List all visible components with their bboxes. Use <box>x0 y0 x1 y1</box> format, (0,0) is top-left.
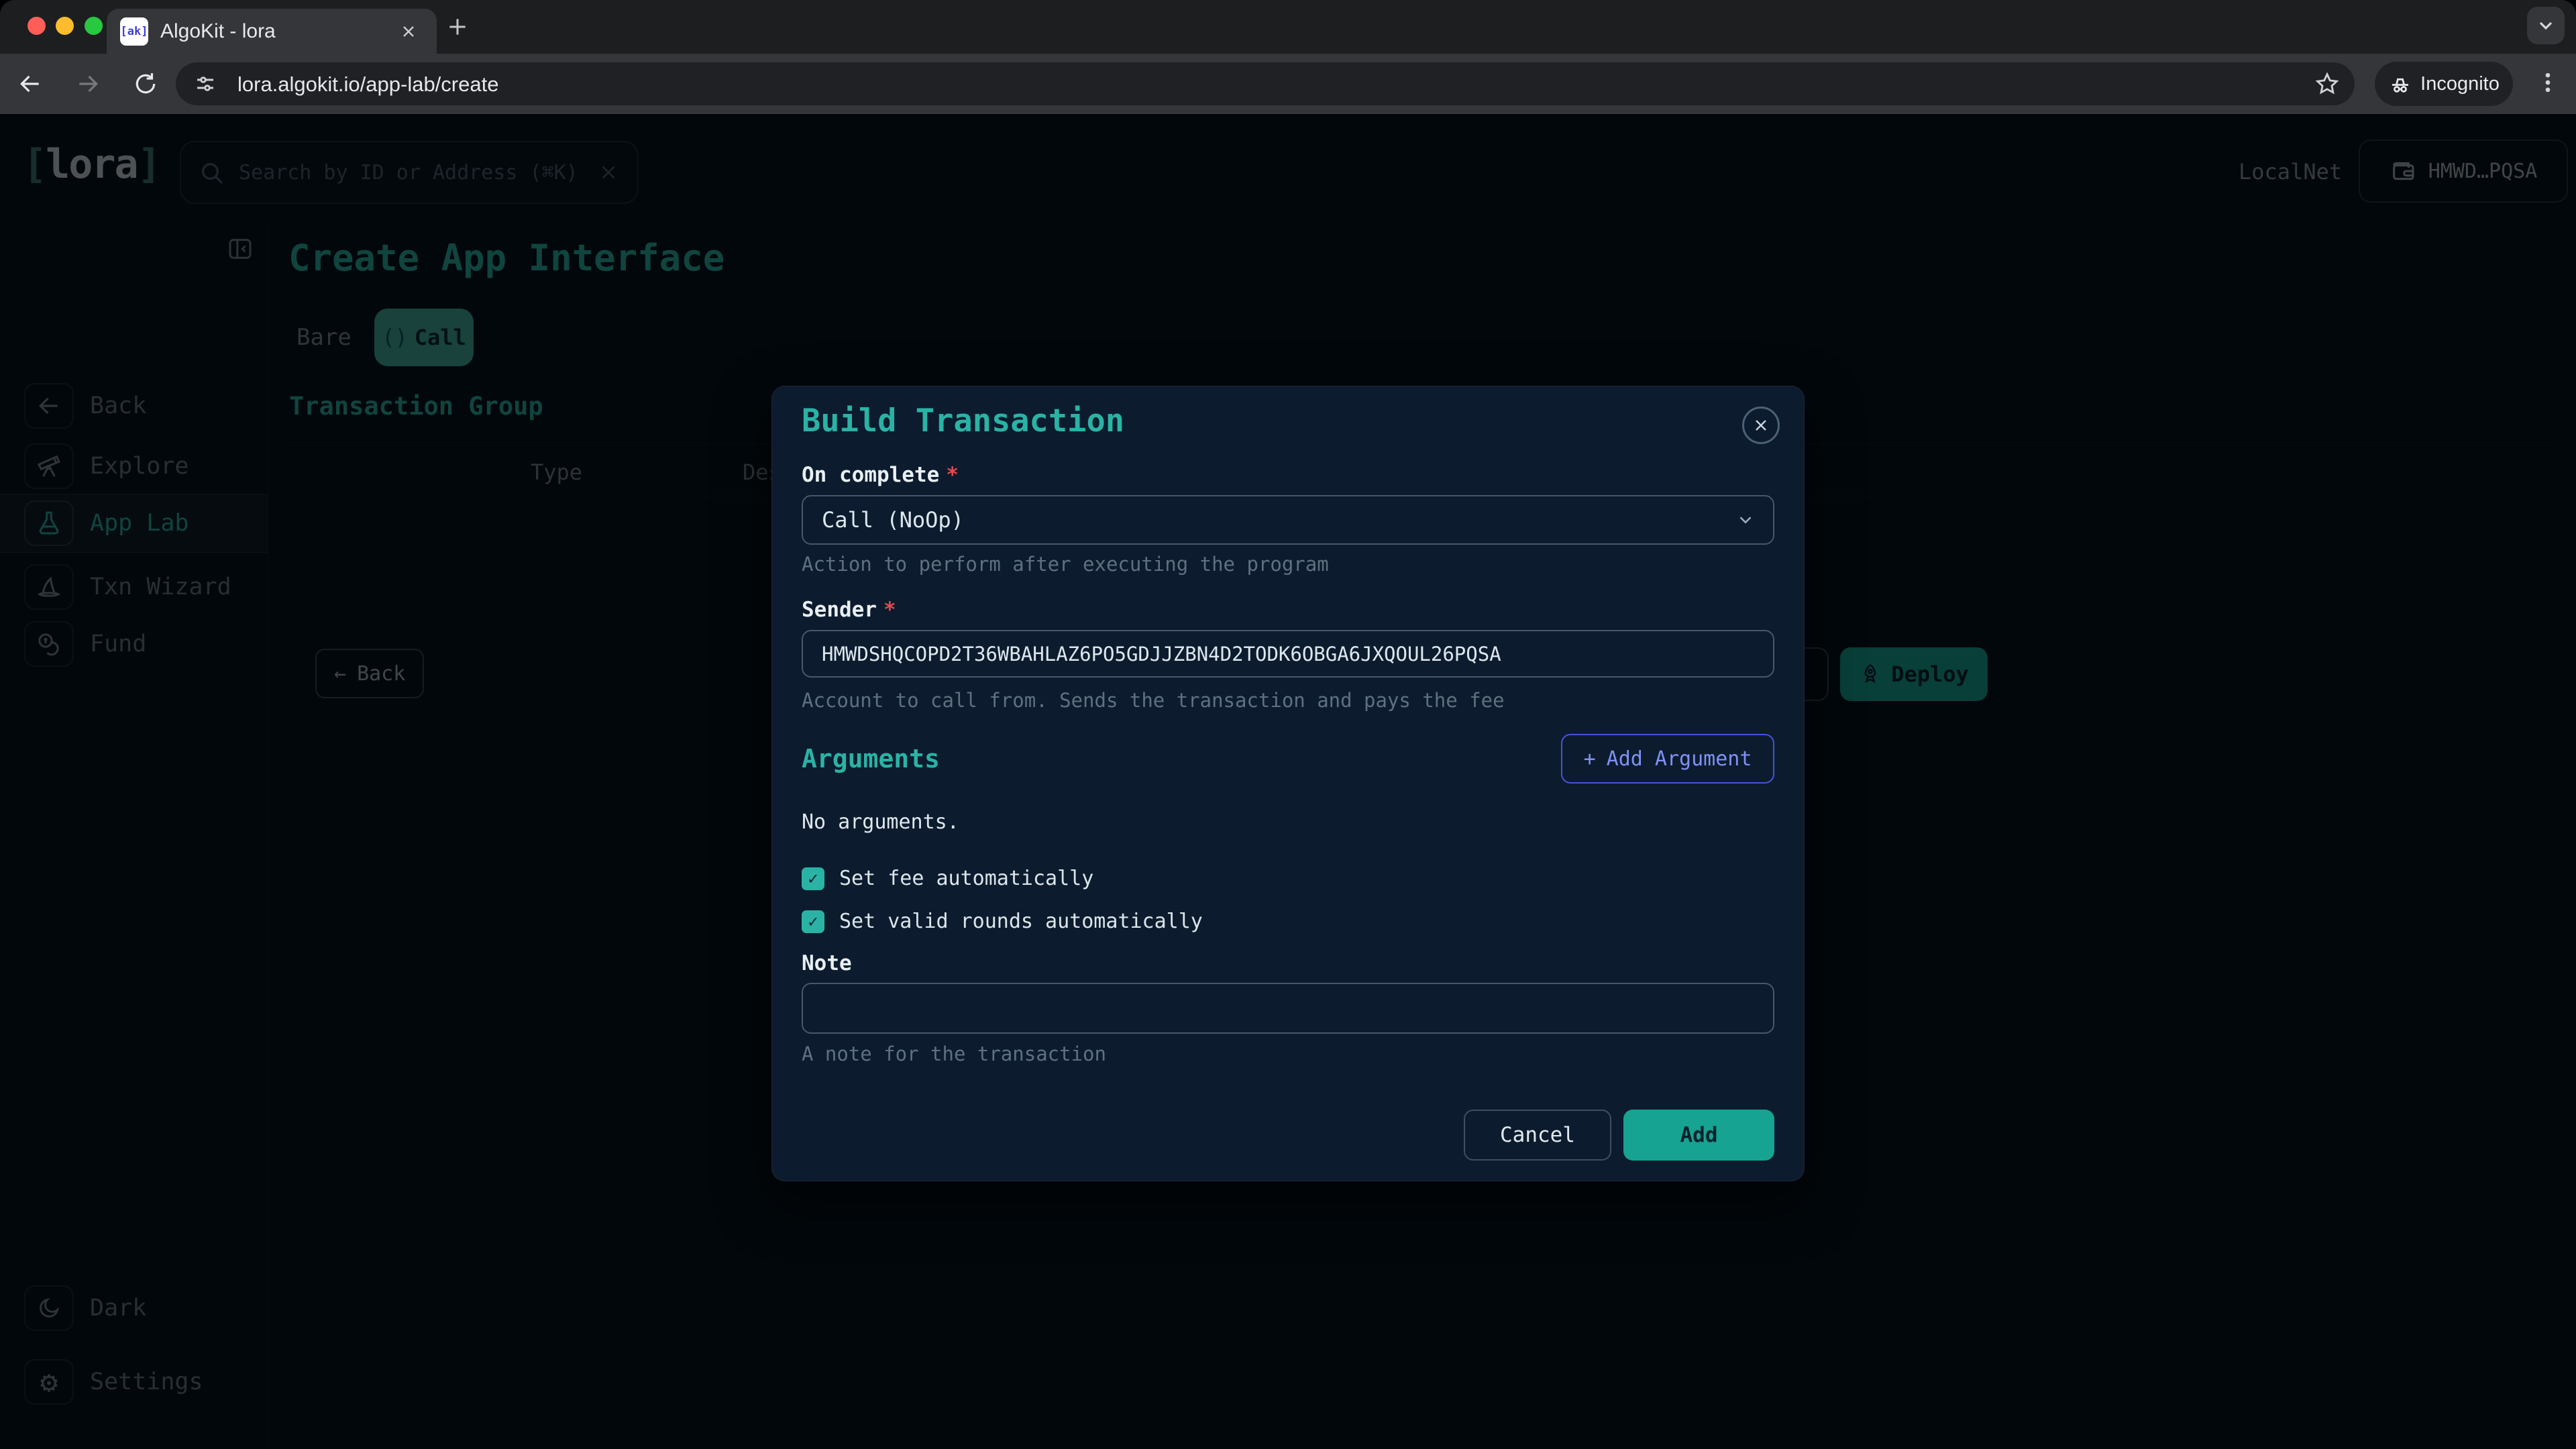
modal-footer: Cancel Add <box>802 1110 1774 1161</box>
modal-title: Build Transaction <box>802 405 1774 437</box>
reload-icon[interactable] <box>133 71 158 97</box>
sender-label: Sender* <box>802 598 1774 621</box>
forward-icon[interactable] <box>75 71 101 97</box>
note-helper: A note for the transaction <box>802 1044 1774 1064</box>
incognito-icon <box>2388 72 2412 96</box>
add-argument-button[interactable]: + Add Argument <box>1561 734 1774 784</box>
tab-search-chevron-icon[interactable] <box>2527 7 2565 44</box>
set-valid-rounds-label: Set valid rounds automatically <box>839 910 1203 933</box>
required-asterisk: * <box>883 598 896 622</box>
close-icon[interactable] <box>1742 407 1780 444</box>
url-text: lora.algokit.io/app-lab/create <box>237 72 498 97</box>
tab-favicon: [ak] <box>120 17 148 46</box>
site-info-icon[interactable] <box>193 72 217 96</box>
incognito-badge: Incognito <box>2375 62 2513 106</box>
cancel-button[interactable]: Cancel <box>1464 1110 1611 1161</box>
set-fee-checkbox-row[interactable]: ✓ Set fee automatically <box>802 867 1774 890</box>
macos-minimize-button[interactable] <box>56 17 74 35</box>
no-arguments-text: No arguments. <box>802 812 1774 833</box>
note-input[interactable] <box>802 983 1774 1034</box>
back-icon[interactable] <box>17 71 43 97</box>
sender-input[interactable] <box>802 630 1774 678</box>
set-valid-rounds-checkbox-row[interactable]: ✓ Set valid rounds automatically <box>802 910 1774 933</box>
url-bar[interactable]: lora.algokit.io/app-lab/create <box>176 62 2355 105</box>
on-complete-select[interactable]: Call (NoOp) <box>802 495 1774 545</box>
browser-tabstrip: [ak] AlgoKit - lora <box>0 0 2576 54</box>
plus-icon: + <box>1584 747 1596 771</box>
bookmark-star-icon[interactable] <box>2314 71 2340 97</box>
add-button[interactable]: Add <box>1623 1110 1774 1161</box>
required-asterisk: * <box>946 463 959 487</box>
chevron-down-icon <box>1735 510 1756 530</box>
set-fee-label: Set fee automatically <box>839 867 1093 890</box>
tab-title: AlgoKit - lora <box>160 20 276 43</box>
on-complete-value: Call (NoOp) <box>822 507 964 533</box>
web-page: [lora] LocalNet HMWD…PQSA <box>0 114 2576 1449</box>
arguments-header-row: Arguments + Add Argument <box>802 733 1774 784</box>
tab-close-icon[interactable] <box>399 22 418 41</box>
on-complete-helper: Action to perform after executing the pr… <box>802 554 1774 574</box>
browser-toolbar: lora.algokit.io/app-lab/create Incognito <box>0 54 2576 114</box>
sender-helper: Account to call from. Sends the transact… <box>802 690 1774 710</box>
browser-menu-icon[interactable] <box>2534 69 2561 96</box>
new-tab-icon[interactable] <box>444 13 471 40</box>
incognito-label: Incognito <box>2420 73 2500 95</box>
build-transaction-modal: Build Transaction On complete* Call (NoO… <box>771 386 1805 1181</box>
macos-close-button[interactable] <box>28 17 46 35</box>
on-complete-label: On complete* <box>802 464 1774 486</box>
note-label: Note <box>802 952 1774 975</box>
checkbox-checked-icon[interactable]: ✓ <box>802 910 824 933</box>
browser-tab[interactable]: [ak] AlgoKit - lora <box>107 9 437 54</box>
arguments-heading: Arguments <box>802 744 940 773</box>
macos-zoom-button[interactable] <box>85 17 103 35</box>
browser-window: [ak] AlgoKit - lora lora.algokit.io/a <box>0 0 2576 1449</box>
checkbox-checked-icon[interactable]: ✓ <box>802 867 824 890</box>
